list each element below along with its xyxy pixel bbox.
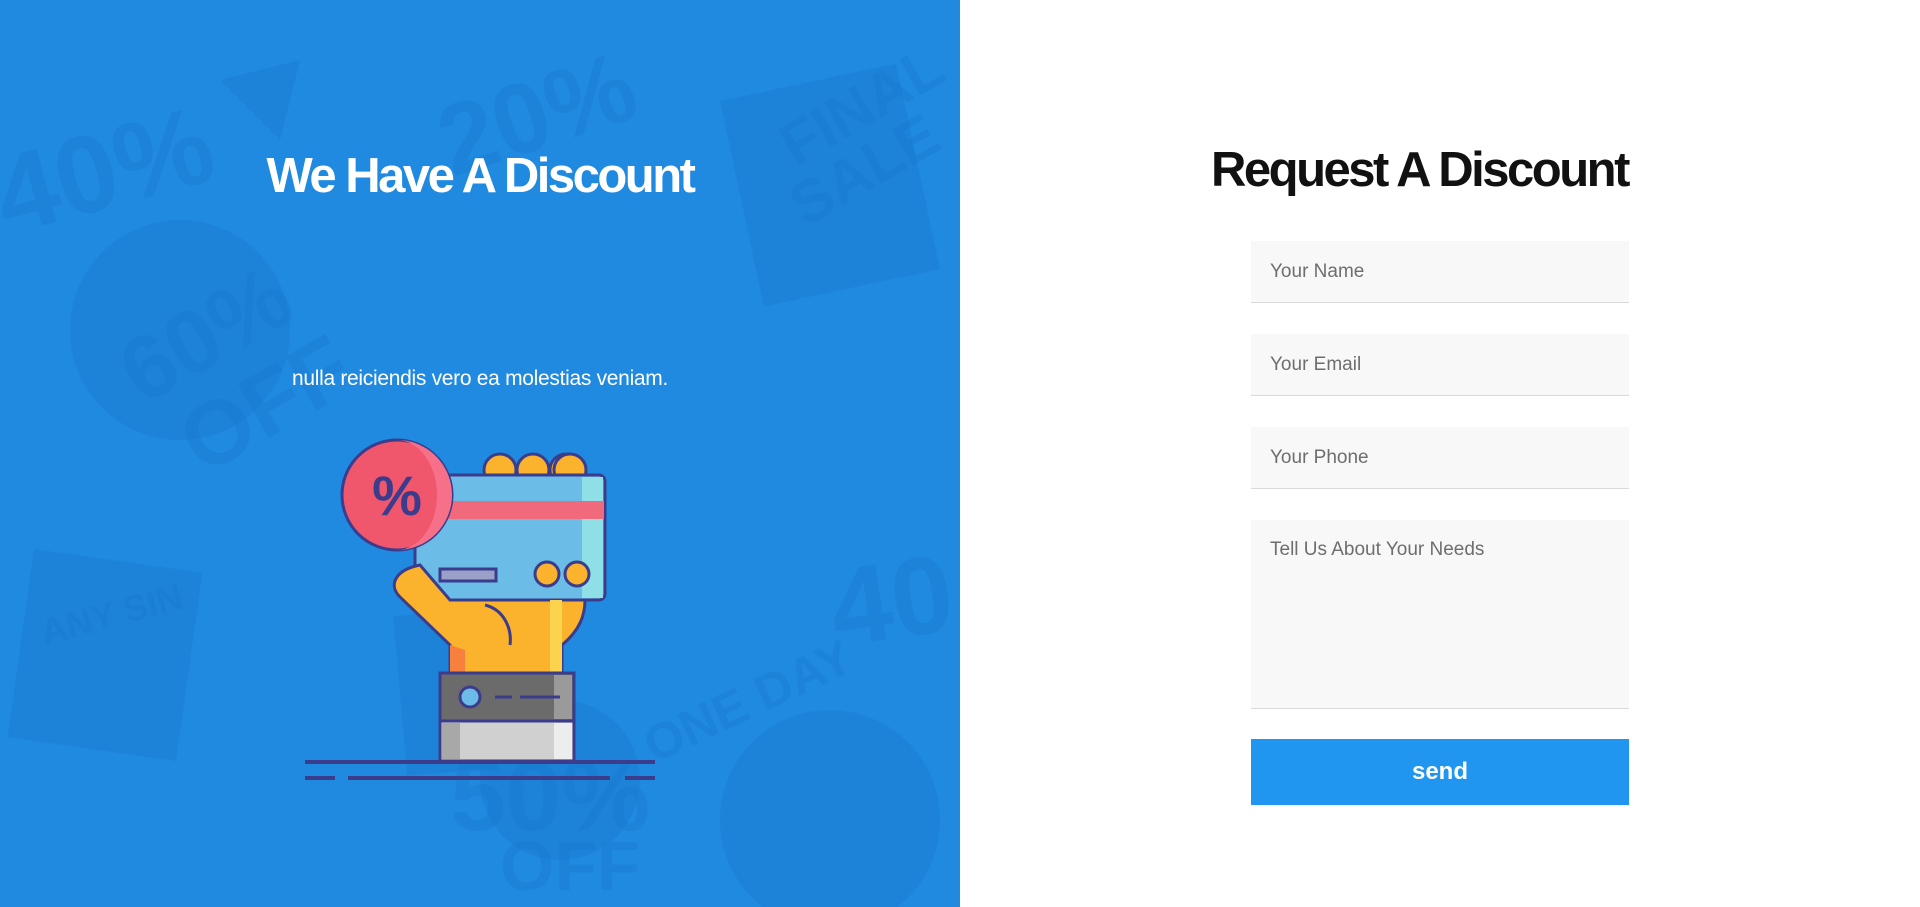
form-title: Request A Discount [1211, 143, 1630, 197]
hand-holding-discount-card-icon: % [305, 438, 655, 780]
needs-textarea[interactable] [1251, 520, 1629, 709]
svg-text:%: % [372, 464, 422, 527]
discount-heading: We Have A Discount [266, 149, 696, 203]
phone-input[interactable] [1251, 427, 1629, 489]
email-input[interactable] [1251, 334, 1629, 396]
svg-text:OFF: OFF [500, 827, 640, 905]
discount-hero-panel: 40% 20% 60% OFF FINAL SALE 50% OFF ANY S… [0, 0, 960, 907]
discount-description: nulla reiciendis vero ea molestias venia… [291, 367, 669, 390]
discount-request-form-panel: Request A Discount send [960, 0, 1920, 907]
name-input[interactable] [1251, 241, 1629, 303]
send-button[interactable]: send [1251, 739, 1629, 805]
